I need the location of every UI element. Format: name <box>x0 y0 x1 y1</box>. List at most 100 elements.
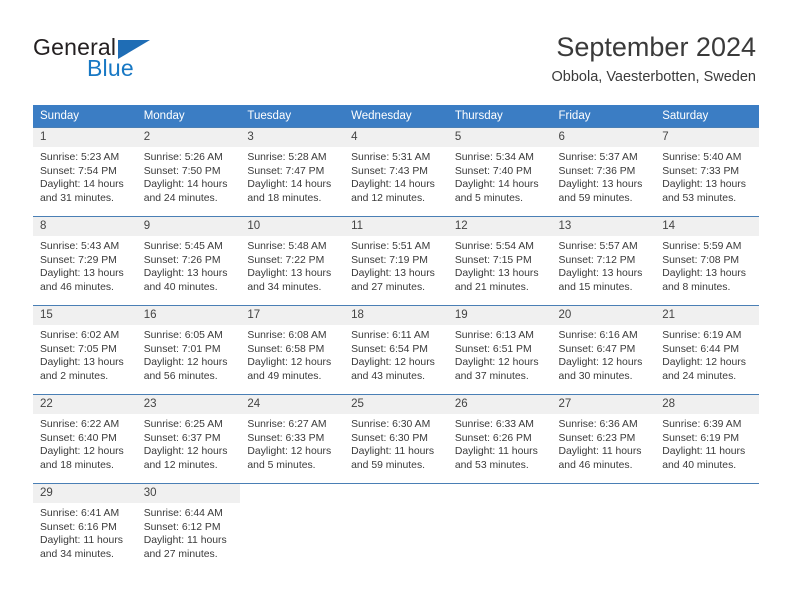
daylight-text-line2: and 40 minutes. <box>662 459 737 471</box>
day-cell[interactable]: 26 Sunrise: 6:33 AM Sunset: 6:26 PM Dayl… <box>447 394 552 484</box>
day-cell[interactable]: 3 Sunrise: 5:28 AM Sunset: 7:47 PM Dayli… <box>240 127 345 217</box>
day-number: 25 <box>344 395 448 414</box>
day-info: Sunrise: 6:33 AM Sunset: 6:26 PM Dayligh… <box>448 414 552 472</box>
sunset-text: Sunset: 7:26 PM <box>143 254 221 266</box>
day-info: Sunrise: 5:37 AM Sunset: 7:36 PM Dayligh… <box>552 147 656 205</box>
daylight-text-line2: and 27 minutes. <box>351 281 426 293</box>
weekday-header-saturday: Saturday <box>655 105 759 128</box>
day-cell[interactable]: 27 Sunrise: 6:36 AM Sunset: 6:23 PM Dayl… <box>551 394 656 484</box>
sunset-text: Sunset: 7:47 PM <box>247 165 325 177</box>
day-cell[interactable]: 28 Sunrise: 6:39 AM Sunset: 6:19 PM Dayl… <box>655 394 759 484</box>
sunset-text: Sunset: 6:12 PM <box>143 521 221 533</box>
day-info: Sunrise: 6:11 AM Sunset: 6:54 PM Dayligh… <box>344 325 448 383</box>
day-number <box>551 484 656 503</box>
day-number: 23 <box>136 395 241 414</box>
sunrise-text: Sunrise: 5:31 AM <box>351 152 431 163</box>
day-cell[interactable]: 20 Sunrise: 6:16 AM Sunset: 6:47 PM Dayl… <box>551 305 656 395</box>
day-cell[interactable]: 21 Sunrise: 6:19 AM Sunset: 6:44 PM Dayl… <box>655 305 759 395</box>
day-cell[interactable]: 7 Sunrise: 5:40 AM Sunset: 7:33 PM Dayli… <box>655 127 759 217</box>
day-cell-empty <box>551 483 656 572</box>
daylight-text-line2: and 12 minutes. <box>351 192 426 204</box>
day-number: 9 <box>136 217 241 236</box>
day-cell[interactable]: 22 Sunrise: 6:22 AM Sunset: 6:40 PM Dayl… <box>33 394 137 484</box>
daylight-text-line1: Daylight: 13 hours <box>40 357 124 369</box>
day-cell[interactable]: 8 Sunrise: 5:43 AM Sunset: 7:29 PM Dayli… <box>33 216 137 306</box>
daylight-text-line2: and 24 minutes. <box>662 370 737 382</box>
day-cell-empty <box>344 483 448 572</box>
day-cell[interactable]: 9 Sunrise: 5:45 AM Sunset: 7:26 PM Dayli… <box>136 216 241 306</box>
daylight-text-line1: Daylight: 12 hours <box>247 446 332 458</box>
day-cell[interactable]: 1 Sunrise: 5:23 AM Sunset: 7:54 PM Dayli… <box>33 127 137 217</box>
sunset-text: Sunset: 7:33 PM <box>662 165 740 177</box>
day-cell[interactable]: 24 Sunrise: 6:27 AM Sunset: 6:33 PM Dayl… <box>240 394 345 484</box>
sunrise-text: Sunrise: 5:59 AM <box>662 241 742 252</box>
day-cell[interactable]: 13 Sunrise: 5:57 AM Sunset: 7:12 PM Dayl… <box>551 216 656 306</box>
general-blue-logo[interactable]: General Blue <box>33 34 263 86</box>
day-cell[interactable]: 11 Sunrise: 5:51 AM Sunset: 7:19 PM Dayl… <box>344 216 448 306</box>
sunset-text: Sunset: 7:01 PM <box>143 343 221 355</box>
day-cell[interactable]: 12 Sunrise: 5:54 AM Sunset: 7:15 PM Dayl… <box>447 216 552 306</box>
day-info: Sunrise: 6:05 AM Sunset: 7:01 PM Dayligh… <box>137 325 241 383</box>
day-info: Sunrise: 5:43 AM Sunset: 7:29 PM Dayligh… <box>33 236 137 294</box>
sunset-text: Sunset: 7:22 PM <box>247 254 325 266</box>
day-number: 16 <box>136 306 241 325</box>
sunrise-text: Sunrise: 5:54 AM <box>454 241 534 252</box>
day-cell[interactable]: 6 Sunrise: 5:37 AM Sunset: 7:36 PM Dayli… <box>551 127 656 217</box>
sunset-text: Sunset: 7:54 PM <box>40 165 117 177</box>
sunset-text: Sunset: 7:43 PM <box>351 165 428 177</box>
day-cell[interactable]: 2 Sunrise: 5:26 AM Sunset: 7:50 PM Dayli… <box>136 127 241 217</box>
day-cell-empty <box>655 483 759 572</box>
sunset-text: Sunset: 7:29 PM <box>40 254 117 266</box>
day-number: 24 <box>240 395 345 414</box>
logo-text-blue: Blue <box>87 55 134 81</box>
day-number: 18 <box>344 306 448 325</box>
sunrise-text: Sunrise: 5:28 AM <box>247 152 327 163</box>
sunrise-text: Sunrise: 6:27 AM <box>247 419 327 430</box>
day-cell[interactable]: 30 Sunrise: 6:44 AM Sunset: 6:12 PM Dayl… <box>136 483 241 572</box>
day-number: 10 <box>240 217 345 236</box>
day-number: 17 <box>240 306 345 325</box>
daylight-text-line2: and 2 minutes. <box>40 370 109 382</box>
day-cell[interactable]: 19 Sunrise: 6:13 AM Sunset: 6:51 PM Dayl… <box>447 305 552 395</box>
sunrise-text: Sunrise: 5:57 AM <box>558 241 638 252</box>
daylight-text-line1: Daylight: 11 hours <box>143 535 227 547</box>
sunset-text: Sunset: 6:44 PM <box>662 343 740 355</box>
day-cell[interactable]: 16 Sunrise: 6:05 AM Sunset: 7:01 PM Dayl… <box>136 305 241 395</box>
day-cell[interactable]: 17 Sunrise: 6:08 AM Sunset: 6:58 PM Dayl… <box>240 305 345 395</box>
sunrise-text: Sunrise: 6:05 AM <box>143 330 223 341</box>
sunrise-text: Sunrise: 6:08 AM <box>247 330 327 341</box>
week-row: 22 Sunrise: 6:22 AM Sunset: 6:40 PM Dayl… <box>33 394 759 484</box>
day-number: 11 <box>344 217 448 236</box>
day-number: 21 <box>655 306 759 325</box>
daylight-text-line1: Daylight: 11 hours <box>454 446 538 458</box>
day-cell[interactable]: 23 Sunrise: 6:25 AM Sunset: 6:37 PM Dayl… <box>136 394 241 484</box>
day-cell-empty <box>240 483 345 572</box>
daylight-text-line1: Daylight: 11 hours <box>558 446 642 458</box>
sunrise-text: Sunrise: 6:25 AM <box>143 419 223 430</box>
daylight-text-line2: and 27 minutes. <box>143 548 218 560</box>
day-info: Sunrise: 6:22 AM Sunset: 6:40 PM Dayligh… <box>33 414 137 472</box>
day-cell[interactable]: 14 Sunrise: 5:59 AM Sunset: 7:08 PM Dayl… <box>655 216 759 306</box>
day-cell[interactable]: 18 Sunrise: 6:11 AM Sunset: 6:54 PM Dayl… <box>344 305 448 395</box>
day-info: Sunrise: 5:34 AM Sunset: 7:40 PM Dayligh… <box>448 147 552 205</box>
sunrise-text: Sunrise: 5:45 AM <box>143 241 223 252</box>
daylight-text-line1: Daylight: 12 hours <box>454 357 539 369</box>
day-cell[interactable]: 29 Sunrise: 6:41 AM Sunset: 6:16 PM Dayl… <box>33 483 137 572</box>
weekday-header-tuesday: Tuesday <box>240 105 345 128</box>
day-cell[interactable]: 4 Sunrise: 5:31 AM Sunset: 7:43 PM Dayli… <box>344 127 448 217</box>
daylight-text-line2: and 53 minutes. <box>454 459 529 471</box>
day-cell[interactable]: 15 Sunrise: 6:02 AM Sunset: 7:05 PM Dayl… <box>33 305 137 395</box>
sunrise-text: Sunrise: 5:26 AM <box>143 152 223 163</box>
sunset-text: Sunset: 7:15 PM <box>454 254 532 266</box>
daylight-text-line1: Daylight: 12 hours <box>662 357 746 369</box>
day-cell[interactable]: 5 Sunrise: 5:34 AM Sunset: 7:40 PM Dayli… <box>447 127 552 217</box>
weekday-header-friday: Friday <box>551 105 656 128</box>
day-info: Sunrise: 5:57 AM Sunset: 7:12 PM Dayligh… <box>552 236 656 294</box>
day-cell[interactable]: 10 Sunrise: 5:48 AM Sunset: 7:22 PM Dayl… <box>240 216 345 306</box>
day-cell[interactable]: 25 Sunrise: 6:30 AM Sunset: 6:30 PM Dayl… <box>344 394 448 484</box>
daylight-text-line2: and 46 minutes. <box>558 459 633 471</box>
day-number: 5 <box>447 128 552 147</box>
daylight-text-line1: Daylight: 12 hours <box>558 357 643 369</box>
day-info: Sunrise: 5:26 AM Sunset: 7:50 PM Dayligh… <box>137 147 241 205</box>
day-number: 12 <box>447 217 552 236</box>
